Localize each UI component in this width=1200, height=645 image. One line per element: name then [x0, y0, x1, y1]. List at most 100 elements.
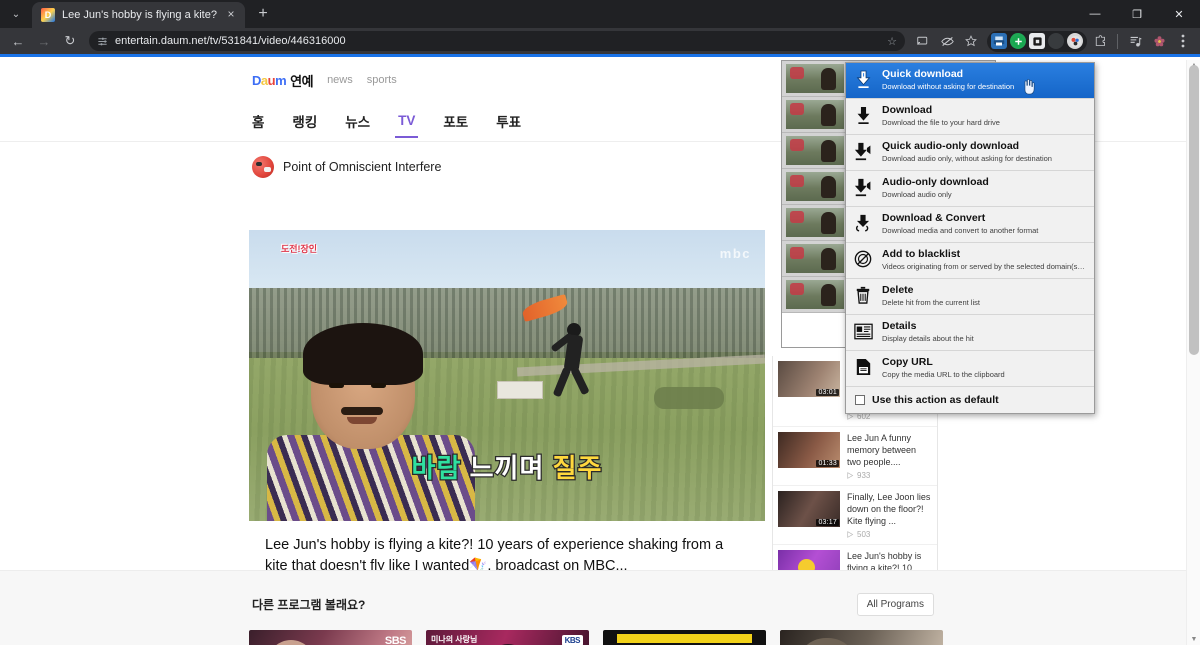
daum-entertainment-page: Daum 연예 news sports 홈 랭킹 뉴스 TV 포토 투표 Poi… [0, 60, 1186, 645]
playlist-duration: 03:01 [816, 389, 839, 396]
flower-ext-icon[interactable] [1148, 30, 1170, 52]
daum-logo[interactable]: Daum 연예 [252, 71, 314, 90]
playlist-title: Lee Jun A funny memory between two peopl… [847, 433, 917, 467]
tab-title: Lee Jun's hobby is flying a kite? [62, 9, 217, 21]
extension-video-thumbnail [786, 244, 844, 273]
play-triangle-icon [847, 531, 854, 538]
cast-icon[interactable] [912, 30, 934, 52]
menu-item-text: Download & Convert Download media and co… [882, 212, 1087, 236]
tab-list-chevron-icon[interactable]: ⌄ [5, 3, 27, 25]
scrollbar-thumb[interactable] [1189, 65, 1199, 355]
quick-audio-download-icon [853, 140, 873, 162]
extension-video-thumbnail [786, 208, 844, 237]
menu-item-desc: Download audio only, without asking for … [882, 154, 1052, 163]
menu-item-title: Quick download [882, 68, 964, 80]
close-window-button[interactable]: ✕ [1158, 0, 1200, 28]
menu-item-details[interactable]: Details Display details about the hit [846, 315, 1094, 351]
url-text: entertain.daum.net/tv/531841/video/44631… [115, 35, 346, 47]
extension-icon-group [987, 30, 1087, 52]
nav-item-news[interactable]: 뉴스 [345, 101, 370, 141]
playlist-thumbnail: 01:33 [778, 432, 840, 468]
use-as-default-row[interactable]: Use this action as default [846, 387, 1094, 413]
nav-item-home[interactable]: 홈 [252, 101, 264, 141]
menu-item-title: Delete [882, 284, 914, 296]
use-as-default-checkbox[interactable] [855, 395, 865, 405]
bookmark-star-icon[interactable]: ☆ [887, 35, 897, 48]
tab-favicon-icon: D [41, 8, 55, 22]
menu-item-quick-audio-only-download[interactable]: Quick audio-only download Download audio… [846, 135, 1094, 171]
page-scrollbar[interactable]: ▲ ▼ [1186, 60, 1200, 645]
menu-item-quick-download[interactable]: Quick download Download without asking f… [846, 63, 1094, 99]
playlist-thumbnail: 03:01 [778, 361, 840, 397]
browser-tab[interactable]: D Lee Jun's hobby is flying a kite? × [32, 2, 245, 28]
new-tab-button[interactable]: + [249, 0, 277, 28]
header-link-news[interactable]: news [327, 74, 353, 86]
header-link-sports[interactable]: sports [367, 74, 397, 86]
video-runner [548, 323, 606, 399]
other-programs-section: 다른 프로그램 볼래요? All Programs SBS 미나의 사랑님 KB… [0, 570, 1186, 645]
menu-item-title: Download & Convert [882, 212, 986, 224]
eye-off-icon[interactable] [936, 30, 958, 52]
video-player[interactable]: 도전!장인 mbc 바람 느끼며 질주 [249, 230, 765, 521]
audio-download-icon [853, 176, 873, 198]
address-bar[interactable]: entertain.daum.net/tv/531841/video/44631… [89, 31, 905, 51]
program-card[interactable] [603, 630, 766, 645]
quick-download-icon [853, 68, 873, 90]
nav-item-tv[interactable]: TV [395, 103, 419, 138]
program-card[interactable]: 00 [780, 630, 943, 645]
menu-item-download-convert[interactable]: Download & Convert Download media and co… [846, 207, 1094, 243]
nav-item-vote[interactable]: 투표 [496, 101, 521, 141]
menu-item-title: Download [882, 104, 933, 116]
nav-item-photo[interactable]: 포토 [443, 101, 468, 141]
circle-ext-icon[interactable] [1048, 33, 1064, 49]
video-sign [496, 381, 543, 400]
program-avatar [252, 156, 274, 178]
playlist-item[interactable]: 03:17 Finally, Lee Joon lies down on the… [773, 486, 937, 545]
browser-window: ⌄ D Lee Jun's hobby is flying a kite? × … [0, 0, 1200, 645]
site-settings-icon[interactable] [97, 36, 108, 47]
back-button[interactable]: ← [6, 29, 30, 53]
program-card-badge: KBS [561, 635, 583, 645]
program-card[interactable]: 미나의 사랑님 KBS [426, 630, 589, 645]
plus-circle-ext-icon[interactable] [1010, 33, 1026, 49]
scroll-down-arrow[interactable]: ▼ [1190, 636, 1198, 643]
nav-item-ranking[interactable]: 랭킹 [292, 101, 317, 141]
minimize-button[interactable]: — [1074, 0, 1116, 28]
menu-item-text: Quick audio-only download Download audio… [882, 140, 1087, 164]
menu-item-desc: Download media and convert to another fo… [882, 226, 1039, 235]
kebab-menu-icon[interactable] [1172, 30, 1194, 52]
other-programs-header: 다른 프로그램 볼래요? All Programs [0, 571, 1186, 616]
maximize-button[interactable]: ❐ [1116, 0, 1158, 28]
program-name: Point of Omniscient Interfere [283, 160, 442, 174]
video-download-ext-icon[interactable] [1067, 33, 1083, 49]
menu-item-add-to-blacklist[interactable]: Add to blacklist Videos originating from… [846, 243, 1094, 279]
menu-item-desc: Display details about the hit [882, 334, 974, 343]
menu-item-desc: Delete hit from the current list [882, 298, 980, 307]
menu-item-audio-only-download[interactable]: Audio-only download Download audio only [846, 171, 1094, 207]
printer-ext-icon[interactable] [991, 33, 1007, 49]
menu-item-download[interactable]: Download Download the file to your hard … [846, 99, 1094, 135]
all-programs-button[interactable]: All Programs [856, 593, 934, 616]
menu-item-delete[interactable]: Delete Delete hit from the current list [846, 279, 1094, 315]
menu-item-text: Download Download the file to your hard … [882, 104, 1087, 128]
subtitle-word-2: 느끼며 [468, 452, 545, 485]
square-ext-icon[interactable] [1029, 33, 1045, 49]
reload-button[interactable]: ↻ [58, 29, 82, 53]
mbc-watermark: mbc [719, 246, 751, 261]
menu-item-text: Audio-only download Download audio only [882, 176, 1087, 200]
menu-item-title: Audio-only download [882, 176, 989, 188]
puzzle-icon[interactable] [1089, 30, 1111, 52]
program-card-badge: SBS [384, 635, 407, 645]
program-card[interactable]: SBS [249, 630, 412, 645]
notes-ext-icon[interactable] [1124, 30, 1146, 52]
menu-item-text: Details Display details about the hit [882, 320, 1087, 344]
menu-item-copy-url[interactable]: Copy URL Copy the media URL to the clipb… [846, 351, 1094, 387]
tab-close-icon[interactable]: × [224, 8, 238, 22]
toolbar-divider [1117, 33, 1118, 49]
forward-button[interactable]: → [32, 29, 56, 53]
star-icon[interactable] [960, 30, 982, 52]
extension-video-thumbnail [786, 172, 844, 201]
menu-item-text: Delete Delete hit from the current list [882, 284, 1087, 308]
playlist-item[interactable]: 01:33 Lee Jun A funny memory between two… [773, 427, 937, 486]
download-convert-icon [853, 212, 873, 234]
